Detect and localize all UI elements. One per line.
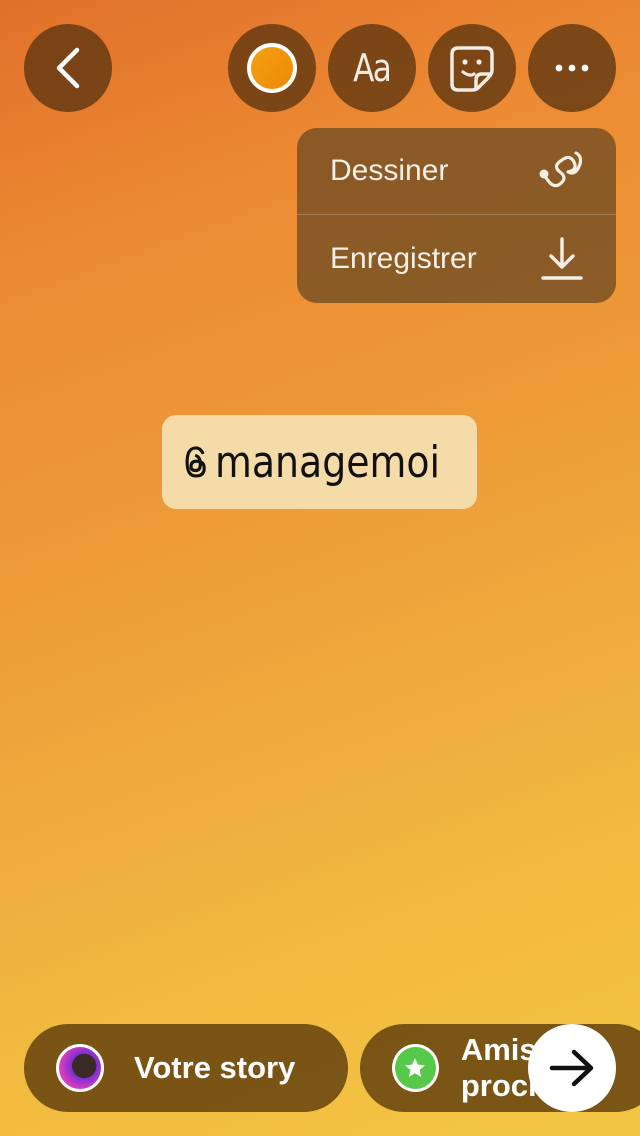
- more-horizontal-icon: [555, 64, 589, 72]
- your-story-label: Votre story: [134, 1050, 296, 1085]
- more-menu: Dessiner Enregistrer: [297, 128, 616, 303]
- menu-item-save[interactable]: Enregistrer: [297, 215, 616, 302]
- arrow-right-icon: [549, 1049, 594, 1087]
- download-icon: [541, 236, 583, 280]
- text-tool-label: Aa: [353, 46, 392, 90]
- sticker-username: managemoi: [215, 436, 441, 488]
- menu-item-label: Enregistrer: [330, 241, 477, 275]
- next-button[interactable]: [528, 1024, 616, 1112]
- threads-sticker[interactable]: managemoi: [162, 415, 477, 509]
- star-icon: [392, 1044, 439, 1092]
- your-story-button[interactable]: Votre story: [24, 1024, 348, 1112]
- back-button[interactable]: [24, 24, 112, 112]
- color-picker-icon: [247, 43, 297, 93]
- threads-icon: [185, 446, 206, 478]
- menu-item-draw[interactable]: Dessiner: [297, 128, 616, 215]
- color-picker-button[interactable]: [228, 24, 316, 112]
- menu-item-label: Dessiner: [330, 154, 449, 187]
- more-button[interactable]: [528, 24, 616, 112]
- chevron-left-icon: [56, 47, 80, 89]
- avatar: [56, 1044, 104, 1092]
- text-button[interactable]: Aa: [328, 24, 416, 112]
- sticker-icon: [450, 46, 494, 92]
- sticker-button[interactable]: [428, 24, 516, 112]
- squiggle-draw-icon: [539, 151, 583, 188]
